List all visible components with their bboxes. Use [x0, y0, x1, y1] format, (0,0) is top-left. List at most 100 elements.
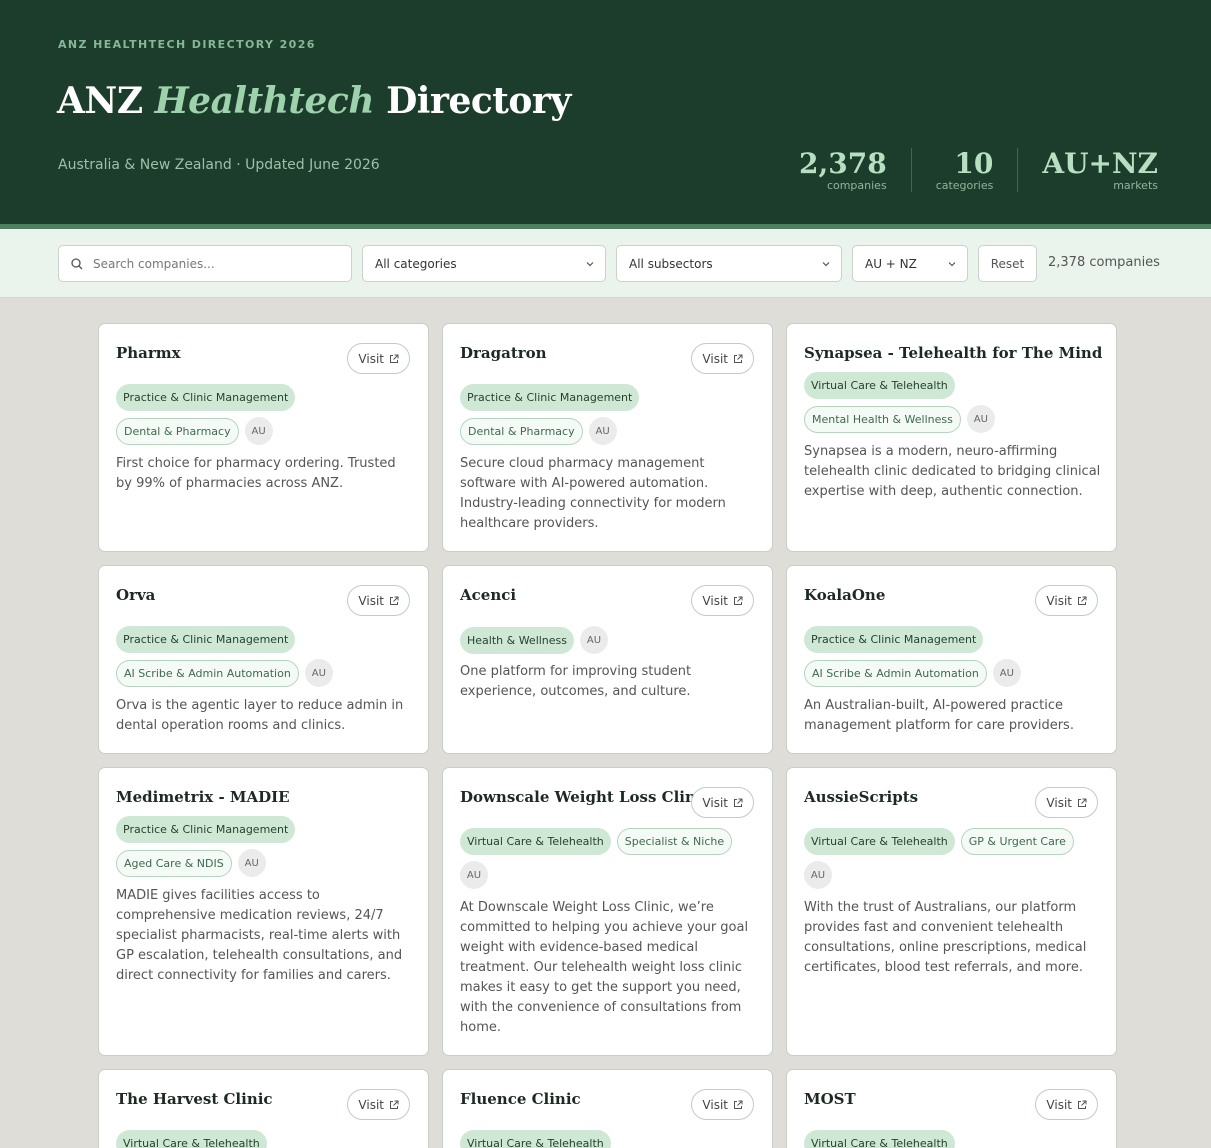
company-name: Orva [116, 586, 156, 604]
external-link-icon [734, 798, 743, 807]
external-link-icon [1078, 798, 1087, 807]
subsector-tag: Aged Care & NDIS [116, 849, 232, 877]
hero-header: ANZ HEALTHTECH DIRECTORY 2026 ANZ Health… [0, 0, 1211, 229]
category-tag: Practice & Clinic Management [116, 816, 296, 843]
visit-label: Visit [702, 1097, 728, 1112]
stat-label: markets [1113, 179, 1158, 192]
visit-button[interactable]: Visit [1035, 1089, 1098, 1120]
title-pre: ANZ [57, 80, 143, 122]
tag-list: Practice & Clinic Management AI Scribe &… [116, 626, 416, 687]
company-description: An Australian-built, AI-powered practice… [804, 698, 1074, 733]
subsector-select[interactable]: All subsectors [616, 245, 842, 282]
tag-list: Health & Wellness AU [460, 626, 760, 654]
category-select-value: All categories [375, 256, 457, 271]
tag-list: Practice & Clinic Management Aged Care &… [116, 816, 416, 877]
market-badge: AU [237, 849, 266, 877]
company-description: MADIE gives facilities access to compreh… [116, 888, 403, 983]
visit-label: Visit [702, 351, 728, 366]
search-box[interactable] [58, 245, 352, 282]
subsector-tag: AI Scribe & Admin Automation [804, 659, 987, 687]
company-name: Dragatron [460, 344, 547, 362]
company-card-most: MOST Visit Virtual Care & Telehealth [786, 1069, 1117, 1148]
visit-label: Visit [1046, 795, 1072, 810]
company-card-acenci: Acenci Visit Health & Wellness AU One pl… [442, 565, 773, 754]
category-select[interactable]: All categories [362, 245, 606, 282]
reset-button[interactable]: Reset [978, 245, 1037, 282]
market-badge: AU [580, 626, 609, 654]
company-card-koalaone: KoalaOne Visit Practice & Clinic Managem… [786, 565, 1117, 754]
company-name: AussieScripts [804, 788, 919, 806]
company-card-medimetrix: Medimetrix - MADIE Practice & Clinic Man… [98, 767, 429, 1056]
visit-button[interactable]: Visit [347, 585, 410, 616]
filter-bar: All categories All subsectors AU + NZ Re… [0, 229, 1211, 298]
market-badge: AU [588, 417, 617, 445]
eyebrow: ANZ HEALTHTECH DIRECTORY 2026 [58, 38, 316, 51]
search-input[interactable] [93, 256, 333, 271]
market-badge: AU [460, 861, 488, 889]
visit-button[interactable]: Visit [1035, 585, 1098, 616]
subsector-tag: AI Scribe & Admin Automation [116, 659, 299, 687]
tag-list: Virtual Care & Telehealth Mental Health … [804, 372, 1104, 433]
title-emphasis: Healthtech [154, 80, 375, 122]
company-description: With the trust of Australians, our platf… [804, 900, 1087, 975]
category-tag: Practice & Clinic Management [116, 384, 296, 411]
tag-list: Virtual Care & Telehealth [116, 1130, 416, 1148]
visit-label: Visit [358, 593, 384, 608]
subsector-tag: GP & Urgent Care [960, 828, 1074, 855]
company-name: Downscale Weight Loss Clinic [460, 788, 711, 806]
tag-list: Virtual Care & Telehealth [460, 1130, 760, 1148]
visit-label: Visit [358, 351, 384, 366]
visit-button[interactable]: Visit [691, 787, 754, 818]
external-link-icon [734, 354, 743, 363]
stat-value: 2,378 [799, 147, 887, 180]
external-link-icon [1078, 1100, 1087, 1109]
result-count: 2,378 companies [1048, 255, 1160, 270]
company-card-aussiescripts: AussieScripts Visit Virtual Care & Teleh… [786, 767, 1117, 1056]
external-link-icon [390, 1100, 399, 1109]
category-tag: Virtual Care & Telehealth [804, 1130, 955, 1148]
tag-list: Practice & Clinic Management AI Scribe &… [804, 626, 1104, 687]
external-link-icon [390, 354, 399, 363]
stat-markets: AU+NZ markets [1017, 148, 1158, 192]
company-description: Orva is the agentic layer to reduce admi… [116, 698, 404, 733]
visit-label: Visit [702, 593, 728, 608]
subsector-tag: Dental & Pharmacy [116, 417, 239, 445]
subsector-select-value: All subsectors [629, 256, 713, 271]
external-link-icon [734, 1100, 743, 1109]
stat-categories: 10 categories [910, 147, 1018, 192]
visit-button[interactable]: Visit [347, 343, 410, 374]
market-badge: AU [804, 861, 832, 889]
company-name: Fluence Clinic [460, 1090, 581, 1108]
market-select[interactable]: AU + NZ [852, 245, 968, 282]
visit-button[interactable]: Visit [691, 1089, 754, 1120]
stat-label: categories [935, 179, 994, 192]
company-card-dragatron: Dragatron Visit Practice & Clinic Manage… [442, 323, 773, 552]
company-name: Acenci [460, 586, 517, 604]
company-description: One platform for improving student exper… [460, 664, 692, 699]
visit-button[interactable]: Visit [691, 343, 754, 374]
category-tag: Practice & Clinic Management [116, 626, 296, 653]
visit-button[interactable]: Visit [347, 1089, 410, 1120]
search-icon [71, 257, 83, 269]
company-card-orva: Orva Visit Practice & Clinic Management … [98, 565, 429, 754]
stats: 2,378 companies 10 categories AU+NZ mark… [799, 148, 1158, 192]
subsector-tag: Mental Health & Wellness [804, 405, 961, 433]
visit-button[interactable]: Visit [691, 585, 754, 616]
tag-list: Practice & Clinic Management Dental & Ph… [460, 384, 760, 445]
company-description: First choice for pharmacy ordering. Trus… [116, 456, 396, 491]
category-tag: Virtual Care & Telehealth [460, 828, 611, 855]
subsector-tag: Specialist & Niche [616, 828, 733, 855]
visit-button[interactable]: Visit [1035, 787, 1098, 818]
stat-companies: 2,378 companies [799, 148, 911, 192]
tag-list: Practice & Clinic Management Dental & Ph… [116, 384, 416, 445]
stat-value: AU+NZ [1042, 147, 1158, 180]
stat-value: 10 [954, 147, 994, 180]
page-title: ANZ Healthtech Directory [57, 80, 571, 122]
category-tag: Practice & Clinic Management [804, 626, 984, 653]
company-card-harvest-clinic: The Harvest Clinic Visit Virtual Care & … [98, 1069, 429, 1148]
external-link-icon [734, 596, 743, 605]
company-description: At Downscale Weight Loss Clinic, we’re c… [460, 900, 749, 1035]
external-link-icon [390, 596, 399, 605]
visit-label: Visit [1046, 593, 1072, 608]
visit-label: Visit [702, 795, 728, 810]
